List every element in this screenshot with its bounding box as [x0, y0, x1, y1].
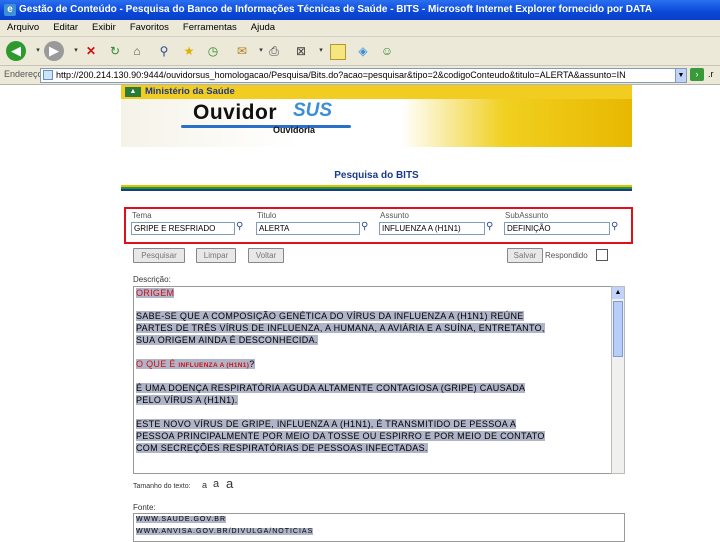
menu-arquivo[interactable]: Arquivo [7, 22, 39, 33]
window-title: Gestão de Conteúdo - Pesquisa do Banco d… [19, 4, 653, 15]
description-line: PELO VÍRUS A (H1N1). [136, 395, 238, 405]
address-input[interactable]: http://200.214.130.90:9444/ouvidorsus_ho… [40, 68, 686, 83]
description-heading: ORIGEM [136, 288, 175, 298]
stop-icon[interactable]: ✕ [82, 42, 100, 60]
description-textarea[interactable]: ORIGEM SABE-SE QUE A COMPOSIÇÃO GENÉTICA… [133, 286, 613, 474]
search-fields-box: Tema GRIPE E RESFRIADO ⚲ Titulo ALERTA ⚲… [124, 207, 633, 244]
source-label: Fonte: [133, 503, 156, 512]
description-line: SABE-SE QUE A COMPOSIÇÃO GENÉTICA DO VÍR… [136, 311, 524, 321]
section-title: Pesquisa do BITS [334, 170, 419, 181]
assunto-search-icon[interactable]: ⚲ [486, 221, 498, 233]
description-line: SUA ORIGEM AINDA É DESCONHECIDA. [136, 335, 318, 345]
messenger-icon[interactable]: ☺ [378, 42, 396, 60]
subassunto-label: SubAssunto [505, 211, 549, 220]
titulo-input[interactable]: ALERTA [256, 222, 360, 235]
source-line: WWW.SAUDE.GOV.BR [136, 516, 227, 523]
flag-stripes [121, 185, 632, 191]
forward-icon[interactable]: ▶ [44, 41, 64, 61]
search-icon[interactable]: ⚲ [155, 42, 173, 60]
tema-search-icon[interactable]: ⚲ [236, 221, 248, 233]
description-line: PESSOA PRINCIPALMENTE POR MEIO DA TOSSE … [136, 431, 545, 441]
ministry-name: Ministério da Saúde [145, 86, 235, 97]
description-label: Descrição: [133, 275, 171, 284]
menu-ajuda[interactable]: Ajuda [251, 22, 275, 33]
titulo-search-icon[interactable]: ⚲ [361, 221, 373, 233]
brand-accent: SUS [293, 100, 333, 121]
respondido-checkbox[interactable] [596, 249, 608, 261]
address-bar: Endereço http://200.214.130.90:9444/ouvi… [0, 66, 720, 85]
internet-explorer-icon: e [4, 4, 16, 16]
brand-sub: Ouvidoria [273, 125, 316, 135]
description-scrollbar[interactable]: ▲ [611, 286, 625, 474]
ministry-logo-icon: ▲ [125, 87, 141, 97]
discuss-icon[interactable] [330, 44, 346, 60]
page-content: ▲ Ministério da Saúde Ouvidor SUS Ouvido… [0, 85, 720, 542]
source-line: WWW.ANVISA.GOV.BR/DIVULGA/NOTICIAS [136, 528, 314, 535]
address-url: http://200.214.130.90:9444/ouvidorsus_ho… [56, 70, 626, 80]
tema-label: Tema [132, 211, 152, 220]
refresh-icon[interactable]: ↻ [106, 42, 124, 60]
voltar-button[interactable]: Voltar [248, 248, 284, 263]
assunto-label: Assunto [380, 211, 409, 220]
research-icon[interactable]: ◈ [354, 42, 372, 60]
home-icon[interactable]: ⌂ [128, 42, 146, 60]
scroll-up-icon[interactable]: ▲ [612, 287, 624, 299]
back-icon[interactable]: ◀ [6, 41, 26, 61]
browser-toolbar: ◀ ▾ ▶ ▾ ✕ ↻ ⌂ ⚲ ★ ◷ ✉ ▾ ⎙ ⊠ ▾ ◈ ☺ [0, 37, 720, 66]
question-term: INFLUENZA A (H1N1) [178, 362, 250, 369]
subassunto-input[interactable]: DEFINIÇÃO [504, 222, 610, 235]
question-prefix: O QUE É [136, 359, 179, 369]
titulo-label: Titulo [257, 211, 277, 220]
description-line: COM SECREÇÕES RESPIRATÓRIAS DE PESSOAS I… [136, 443, 428, 453]
menu-editar[interactable]: Editar [53, 22, 78, 33]
mail-icon[interactable]: ✉ [233, 42, 251, 60]
address-right-label: .r [708, 69, 714, 79]
ouvidorsus-banner: ▲ Ministério da Saúde Ouvidor SUS Ouvido… [121, 85, 632, 147]
description-line: ESTE NOVO VÍRUS DE GRIPE, INFLUENZA A (H… [136, 419, 517, 429]
banner-swoosh [181, 125, 351, 128]
menu-ferramentas[interactable]: Ferramentas [183, 22, 237, 33]
assunto-input[interactable]: INFLUENZA A (H1N1) [379, 222, 485, 235]
page-icon [43, 70, 53, 80]
address-label: Endereço [4, 69, 43, 79]
window-title-bar: e Gestão de Conteúdo - Pesquisa do Banco … [0, 0, 720, 20]
source-textarea[interactable]: WWW.SAUDE.GOV.BR WWW.ANVISA.GOV.BR/DIVUL… [133, 513, 625, 542]
scroll-thumb[interactable] [613, 301, 623, 357]
text-size-label: Tamanho do texto: [133, 483, 191, 490]
text-size-large[interactable]: a [226, 476, 233, 491]
go-button[interactable]: › [690, 68, 704, 81]
edit-dropdown-icon[interactable]: ▾ [312, 42, 330, 60]
history-icon[interactable]: ◷ [204, 42, 222, 60]
description-question: O QUE É INFLUENZA A (H1N1)? [136, 359, 255, 369]
edit-icon[interactable]: ⊠ [292, 42, 310, 60]
menu-exibir[interactable]: Exibir [92, 22, 116, 33]
tema-input[interactable]: GRIPE E RESFRIADO [131, 222, 235, 235]
salvar-button[interactable]: Salvar [507, 248, 543, 263]
print-icon[interactable]: ⎙ [265, 42, 283, 60]
pesquisar-button[interactable]: Pesquisar [133, 248, 185, 263]
description-line: PARTES DE TRÊS VÍRUS DE INFLUENZA, A HUM… [136, 323, 545, 333]
brand-main: Ouvidor [193, 101, 278, 124]
respondido-label: Respondido [545, 251, 588, 260]
text-size-small[interactable]: a [202, 480, 207, 490]
address-dropdown-icon[interactable]: ▼ [675, 68, 687, 83]
menu-favoritos[interactable]: Favoritos [130, 22, 169, 33]
menu-bar: Arquivo Editar Exibir Favoritos Ferramentas A… [0, 20, 720, 37]
favorites-icon[interactable]: ★ [180, 42, 198, 60]
subassunto-search-icon[interactable]: ⚲ [611, 221, 623, 233]
description-line: É UMA DOENÇA RESPIRATÓRIA AGUDA ALTAMENT… [136, 383, 526, 393]
text-size-medium[interactable]: a [213, 478, 219, 490]
question-suffix: ? [249, 359, 255, 369]
limpar-button[interactable]: Limpar [196, 248, 236, 263]
